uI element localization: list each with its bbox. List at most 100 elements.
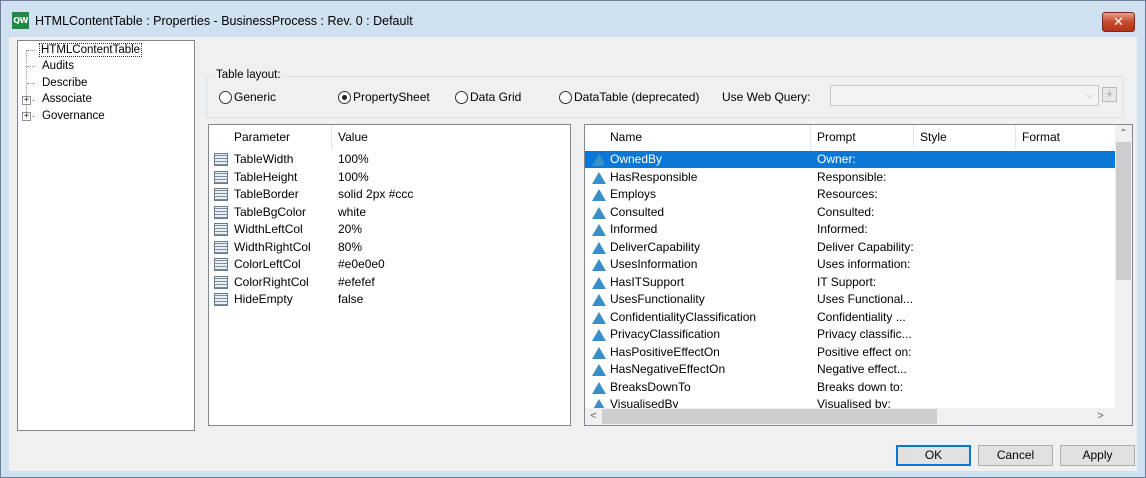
table-row[interactable]: HasNegativeEffectOn Negative effect...: [585, 361, 1115, 378]
web-query-select[interactable]: ⌵: [830, 85, 1099, 106]
table-row[interactable]: UsesInformation Uses information:: [585, 256, 1115, 273]
radio-propertysheet[interactable]: PropertySheet: [338, 90, 430, 104]
grid-table-icon: [214, 258, 228, 271]
tree-item-governance[interactable]: Governance: [42, 109, 105, 124]
close-button[interactable]: ✕: [1102, 12, 1135, 32]
table-row[interactable]: ColorLeftCol #e0e0e0: [209, 256, 570, 273]
name-cell: Employs: [610, 187, 657, 201]
expand-governance-icon[interactable]: +: [22, 112, 31, 121]
value-cell[interactable]: #e0e0e0: [338, 256, 385, 273]
radio-circle-icon: [455, 90, 468, 104]
expand-associate-icon[interactable]: +: [22, 96, 31, 105]
table-row[interactable]: WidthRightCol 80%: [209, 239, 570, 256]
vertical-scrollbar[interactable]: ⌃: [1115, 125, 1132, 408]
value-cell[interactable]: 80%: [338, 239, 362, 256]
window-title: HTMLContentTable : Properties - Business…: [35, 14, 413, 28]
column-header-value[interactable]: Value: [332, 125, 570, 149]
radio-data-grid[interactable]: Data Grid: [455, 90, 521, 104]
prompt-cell: Owner:: [817, 152, 856, 166]
tree-item-describe[interactable]: Describe: [42, 76, 87, 91]
name-cell: HasNegativeEffectOn: [610, 362, 726, 376]
prompt-cell: Breaks down to:: [817, 379, 904, 394]
table-row[interactable]: BreaksDownTo Breaks down to:: [585, 379, 1115, 396]
table-row[interactable]: Informed Informed:: [585, 221, 1115, 238]
table-row[interactable]: TableWidth 100%: [209, 151, 570, 168]
radio-label: DataTable (deprecated): [574, 90, 700, 104]
attribute-triangle-icon: [592, 329, 606, 341]
radio-label: PropertySheet: [353, 90, 430, 104]
value-cell[interactable]: white: [338, 204, 366, 221]
attribute-triangle-icon: [592, 241, 606, 254]
tree-item-audits[interactable]: Audits: [42, 59, 74, 74]
table-row[interactable]: PrivacyClassification Privacy classific..…: [585, 326, 1115, 343]
name-cell: HasResponsible: [610, 169, 698, 184]
table-row[interactable]: UsesFunctionality Uses Functional...: [585, 291, 1115, 308]
table-row[interactable]: TableHeight 100%: [209, 169, 570, 186]
prompt-cell: Informed:: [817, 222, 868, 236]
parameter-cell: WidthRightCol: [234, 239, 311, 254]
column-header-parameter[interactable]: Parameter: [228, 125, 332, 149]
radio-datatable[interactable]: DataTable (deprecated): [559, 90, 699, 104]
value-cell[interactable]: 100%: [338, 169, 369, 186]
add-web-query-button[interactable]: +: [1102, 87, 1117, 102]
table-row[interactable]: TableBgColor white: [209, 204, 570, 221]
tree-connector: [26, 50, 27, 118]
attribute-triangle-icon: [592, 346, 606, 359]
ok-button[interactable]: OK: [896, 445, 971, 466]
tree-item-label: Associate: [42, 93, 92, 105]
value-cell[interactable]: #efefef: [338, 274, 375, 291]
value-cell[interactable]: false: [338, 291, 363, 308]
radio-label: Generic: [234, 90, 277, 104]
attribute-triangle-icon: [592, 276, 606, 289]
table-row[interactable]: WidthLeftCol 20%: [209, 221, 570, 238]
attribute-triangle-icon: [592, 311, 606, 324]
parameter-cell: WidthLeftCol: [234, 222, 303, 236]
name-cell: PrivacyClassification: [610, 327, 721, 341]
table-row[interactable]: ColorRightCol #efefef: [209, 274, 570, 291]
table-row[interactable]: HideEmpty false: [209, 291, 570, 308]
radio-generic[interactable]: Generic: [219, 90, 276, 104]
apply-button[interactable]: Apply: [1060, 445, 1135, 466]
value-cell[interactable]: 20%: [338, 221, 362, 238]
column-header-name[interactable]: Name: [604, 125, 811, 149]
table-row[interactable]: HasPositiveEffectOn Positive effect on:: [585, 344, 1115, 361]
column-header-format[interactable]: Format: [1016, 125, 1117, 149]
horizontal-scroll-thumb[interactable]: [602, 409, 937, 424]
table-row[interactable]: TableBorder solid 2px #ccc: [209, 186, 570, 203]
table-row[interactable]: DeliverCapability Deliver Capability:: [585, 239, 1115, 256]
scroll-right-icon[interactable]: >: [1092, 408, 1109, 425]
table-row[interactable]: Consulted Consulted:: [585, 204, 1115, 221]
tree-item-associate[interactable]: Associate: [42, 92, 92, 107]
grid-table-icon: [214, 205, 228, 219]
table-row[interactable]: HasITSupport IT Support:: [585, 274, 1115, 291]
cancel-button[interactable]: Cancel: [978, 445, 1053, 466]
table-row[interactable]: ConfidentialityClassification Confidentia…: [585, 309, 1115, 326]
attribute-triangle-icon: [592, 206, 606, 219]
table-row[interactable]: HasResponsible Responsible:: [585, 169, 1115, 186]
name-cell: OwnedBy: [604, 151, 811, 168]
tree-item-htmlcontenttable[interactable]: HTMLContentTable: [39, 43, 143, 58]
name-cell: DeliverCapability: [610, 239, 701, 254]
scroll-left-icon[interactable]: <: [585, 408, 602, 425]
scroll-up-icon[interactable]: ⌃: [1115, 125, 1132, 142]
name-cell: HasITSupport: [610, 274, 685, 289]
attribute-triangle-icon: [592, 171, 606, 184]
grid-table-icon: [214, 153, 228, 166]
vertical-scroll-thumb[interactable]: [1116, 142, 1131, 280]
title-bar[interactable]: QW HTMLContentTable : Properties - Busin…: [1, 1, 1145, 37]
value-cell[interactable]: 100%: [338, 151, 369, 168]
value-cell[interactable]: solid 2px #ccc: [338, 186, 413, 203]
column-header-prompt[interactable]: Prompt: [811, 125, 914, 149]
attribute-triangle-icon: [592, 189, 606, 201]
table-row[interactable]: Employs Resources:: [585, 186, 1115, 203]
name-cell: UsesFunctionality: [610, 292, 705, 306]
column-header-style[interactable]: Style: [914, 125, 1016, 149]
tree-item-label: Describe: [42, 77, 88, 89]
attribute-triangle-icon: [592, 381, 606, 394]
name-cell: Consulted: [610, 204, 665, 219]
horizontal-scrollbar[interactable]: < >: [585, 408, 1132, 425]
chevron-down-icon: ⌵: [1086, 90, 1094, 101]
tree-connector: [27, 50, 35, 51]
tree-connector: [27, 66, 35, 67]
table-row[interactable]: OwnedBy Owner:: [585, 151, 1115, 168]
